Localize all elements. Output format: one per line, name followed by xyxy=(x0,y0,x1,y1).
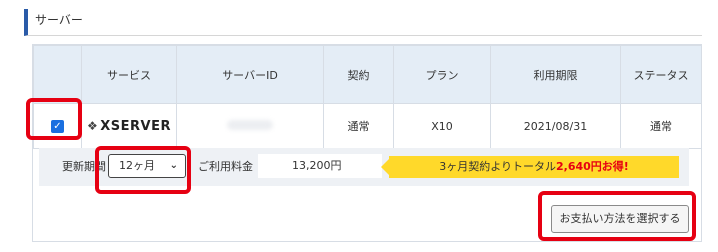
table-row: ✓ ❖ XSERVER 通常 X10 2021/08/31 通常 xyxy=(33,103,702,149)
server-table: サービス サーバーID 契約 プラン 利用期限 ステータス ✓ ❖ XSERVER… xyxy=(33,45,702,149)
server-id-cell xyxy=(176,103,324,149)
status-cell: 通常 xyxy=(620,103,702,149)
header-contract: 契約 xyxy=(323,45,394,104)
server-id-blurred xyxy=(227,119,273,130)
xserver-logo: ❖ XSERVER xyxy=(87,119,171,134)
fee-box: 13,200円 xyxy=(258,154,382,178)
header-service: サービス xyxy=(81,45,177,104)
logo-text: XSERVER xyxy=(100,118,171,134)
contract-cell: 通常 xyxy=(323,103,394,149)
promo-pointer xyxy=(381,159,389,175)
section-title: サーバー xyxy=(24,9,702,36)
header-expiry: 利用期限 xyxy=(490,45,621,104)
highlight-renewal-select xyxy=(95,146,191,194)
highlight-checkbox xyxy=(26,98,82,140)
promo-amount: 2,640円お得! xyxy=(555,160,629,173)
header-status: ステータス xyxy=(620,45,702,104)
expiry-cell: 2021/08/31 xyxy=(490,103,621,149)
header-plan: プラン xyxy=(393,45,491,104)
xserver-mark-icon: ❖ xyxy=(87,118,99,133)
fee-value: 13,200円 xyxy=(292,159,342,172)
fee-label: ご利用料金 xyxy=(198,160,253,173)
section-title-text: サーバー xyxy=(35,13,83,27)
highlight-payment-button xyxy=(538,191,696,241)
service-cell: ❖ XSERVER xyxy=(81,103,177,149)
promo-banner: 3ヶ月契約よりトータル2,640円お得! xyxy=(381,156,679,178)
header-select xyxy=(33,45,82,104)
promo-text: 3ヶ月契約よりトータル xyxy=(439,160,556,173)
table-header-row: サービス サーバーID 契約 プラン 利用期限 ステータス xyxy=(33,45,702,104)
plan-cell: X10 xyxy=(393,103,491,149)
header-server-id: サーバーID xyxy=(176,45,324,104)
